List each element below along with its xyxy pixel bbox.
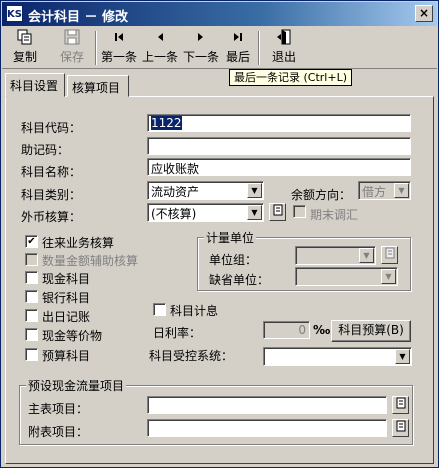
copy-label: 复制 — [12, 50, 37, 64]
dropdown-arrow-icon: ▼ — [381, 269, 396, 284]
checkbox-1[interactable] — [25, 253, 38, 266]
exit-button[interactable]: 退出 — [268, 29, 300, 67]
balance-direction-value: 借方 — [362, 185, 387, 199]
mnemonic-label: 助记码： — [21, 143, 70, 157]
tab-accounting-items[interactable]: 核算项目 — [67, 75, 129, 97]
checkbox-3[interactable] — [25, 290, 38, 303]
tab-account-settings[interactable]: 科目设置 — [5, 73, 65, 97]
unit-group-label: 单位组： — [209, 253, 258, 267]
dropdown-arrow-icon: ▼ — [247, 205, 262, 220]
copy-icon — [8, 29, 42, 49]
balance-direction-select[interactable]: 借方 ▼ — [358, 181, 411, 200]
prev-record-icon — [140, 29, 180, 49]
account-budget-button[interactable]: 科目预算(B) — [331, 320, 411, 342]
last-record-tooltip: 最后一条记录 (Ctrl+L) — [229, 69, 352, 86]
account-name-label: 科目名称： — [21, 165, 82, 179]
sub-item-label: 附表项目： — [28, 425, 89, 439]
last-record-label: 最后 — [225, 50, 250, 64]
first-record-icon — [99, 29, 139, 49]
dropdown-arrow-icon: ▼ — [394, 183, 409, 198]
check-label-budget-account: 预算科目 — [42, 349, 91, 363]
dropdown-arrow-icon: ▼ — [247, 183, 262, 198]
check-label-cash-equivalent: 现金等价物 — [42, 329, 103, 343]
sub-item-browse-button[interactable] — [392, 419, 409, 437]
main-item-browse-button[interactable] — [392, 396, 409, 414]
account-code-label: 科目代码： — [21, 121, 82, 135]
period-end-adjust-checkbox[interactable] — [293, 205, 306, 218]
copy-button[interactable]: 复制 — [8, 29, 42, 67]
save-label: 保存 — [59, 50, 84, 64]
first-record-button[interactable]: 第一条 — [99, 29, 139, 67]
toolbar: 复制 保存 第一条 上一条 下一条 最后 退出 — [2, 27, 437, 69]
balance-direction-label: 余额方向： — [291, 188, 352, 202]
daily-rate-input[interactable]: 0 — [263, 321, 310, 339]
unit-group-title: 计量单位 — [204, 229, 257, 246]
checkbox-5[interactable] — [25, 328, 38, 341]
currency-accounting-select[interactable]: (不核算) ▼ — [147, 203, 264, 222]
check-label-daily-journal: 出日记账 — [42, 310, 91, 324]
checkbox-0[interactable]: ✔ — [25, 235, 38, 248]
currency-browse-button[interactable] — [269, 203, 286, 221]
exit-label: 退出 — [271, 50, 296, 64]
check-label-receivable-tracking: 往来业务核算 — [42, 236, 115, 250]
prev-record-label: 上一条 — [141, 50, 178, 64]
prev-record-button[interactable]: 上一条 — [140, 29, 180, 67]
daily-rate-label: 日利率： — [153, 326, 202, 340]
check-label-quantity-amount: 数量金额辅助核算 — [42, 254, 139, 268]
dropdown-arrow-icon: ▼ — [395, 349, 410, 364]
next-record-button[interactable]: 下一条 — [181, 29, 221, 67]
check-label-cash-account: 现金科目 — [42, 272, 91, 286]
checkbox-6[interactable] — [25, 348, 38, 361]
account-category-value: 流动资产 — [151, 185, 200, 199]
check-label-bank-account: 银行科目 — [42, 291, 91, 305]
sub-item-input[interactable] — [147, 419, 387, 437]
period-end-adjust-label: 期末调汇 — [310, 208, 359, 222]
mnemonic-input[interactable] — [147, 137, 411, 155]
currency-accounting-label: 外币核算： — [21, 210, 82, 224]
default-unit-label: 缺省单位： — [209, 273, 270, 287]
title-bar[interactable]: KS 会计科目 － 修改 × — [2, 2, 437, 26]
unit-group-browse-button[interactable] — [381, 246, 398, 264]
account-code-input[interactable]: 1122 — [147, 114, 411, 132]
save-button[interactable]: 保存 — [54, 29, 90, 67]
default-unit-select[interactable]: ▼ — [295, 267, 398, 286]
account-code-value: 1122 — [151, 116, 182, 130]
main-item-label: 主表项目： — [28, 402, 89, 416]
permille-unit: ‰ — [313, 323, 331, 337]
last-record-icon — [224, 29, 252, 49]
dropdown-arrow-icon: ▼ — [359, 248, 374, 263]
checkbox-4[interactable] — [25, 309, 38, 322]
controlled-system-label: 科目受控系统： — [149, 349, 234, 363]
browse-icon — [385, 247, 394, 259]
first-record-label: 第一条 — [100, 50, 137, 64]
currency-accounting-value: (不核算) — [151, 207, 197, 221]
toolbar-separator — [95, 31, 97, 65]
close-button[interactable]: × — [415, 5, 433, 22]
account-name-input[interactable]: 应收账款 — [147, 158, 411, 176]
window-title: 会计科目 － 修改 — [28, 10, 129, 25]
toolbar-separator — [258, 31, 260, 65]
account-category-label: 科目类别： — [21, 188, 82, 202]
exit-door-icon — [268, 29, 300, 49]
last-record-button[interactable]: 最后 — [224, 29, 252, 67]
browse-icon — [396, 420, 405, 432]
unit-group-select[interactable]: ▼ — [295, 246, 376, 265]
account-edit-window: KS 会计科目 － 修改 × 复制 保存 第一条 上一条 下一条 最后 退出 最… — [0, 0, 439, 468]
cashflow-group-title: 预设现金流量项目 — [26, 377, 127, 394]
app-logo-icon: KS — [6, 5, 23, 22]
main-item-input[interactable] — [147, 396, 387, 414]
checkbox-2[interactable] — [25, 271, 38, 284]
save-icon — [54, 29, 90, 49]
controlled-system-select[interactable]: ▼ — [263, 347, 412, 366]
browse-icon — [273, 204, 282, 216]
browse-icon — [396, 397, 405, 409]
next-record-icon — [181, 29, 221, 49]
account-category-select[interactable]: 流动资产 ▼ — [147, 181, 264, 200]
next-record-label: 下一条 — [182, 50, 219, 64]
accrue-interest-label: 科目计息 — [170, 304, 219, 318]
accrue-interest-checkbox[interactable] — [153, 303, 166, 316]
